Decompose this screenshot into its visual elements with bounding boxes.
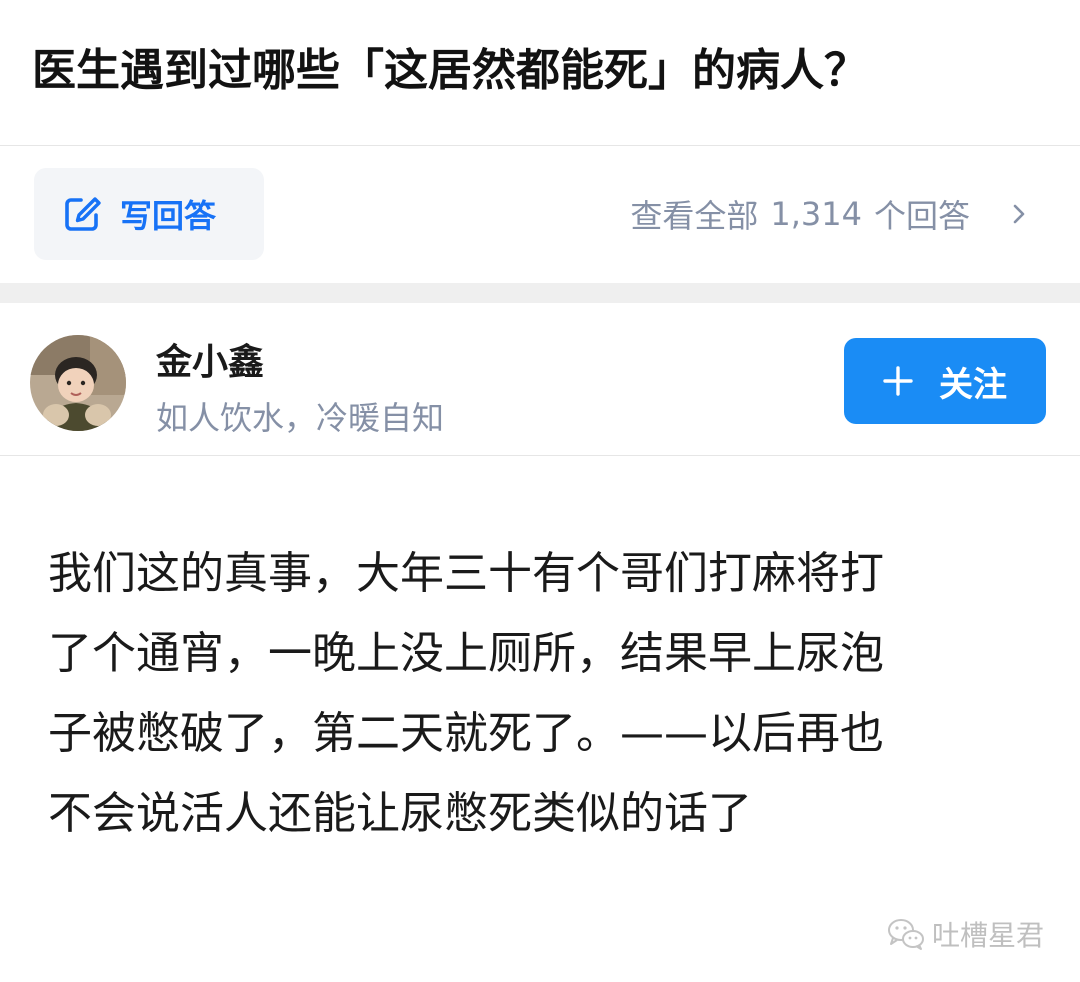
answer-action-bar: 写回答 查看全部 1,314 个回答	[0, 146, 1080, 282]
write-answer-button[interactable]: 写回答	[34, 168, 264, 260]
follow-label: 关注	[939, 364, 1007, 405]
answer-content: 我们这的真事，大年三十有个哥们打麻将打 了个通宵，一晚上没上厕所，结果早上尿泡 …	[48, 534, 1038, 854]
view-all-answers-link[interactable]: 查看全部 1,314 个回答	[630, 168, 1028, 260]
answer-count: 1,314	[770, 195, 862, 233]
author-name[interactable]: 金小鑫	[156, 333, 264, 385]
author-row: 金小鑫 如人饮水，冷暖自知 关注	[0, 303, 1080, 455]
author-divider	[0, 455, 1080, 456]
pencil-square-icon	[62, 194, 102, 234]
avatar[interactable]	[30, 335, 126, 431]
watermark: 吐槽星君	[886, 914, 1044, 954]
view-all-suffix: 个回答	[873, 197, 970, 235]
chevron-right-icon	[1010, 200, 1028, 228]
write-answer-label: 写回答	[120, 197, 217, 235]
answer-line: 不会说活人还能让尿憋死类似的话了	[48, 788, 752, 839]
answer-line: 了个通宵，一晚上没上厕所，结果早上尿泡	[48, 628, 884, 679]
plus-icon	[883, 366, 913, 396]
watermark-text: 吐槽星君	[931, 919, 1044, 952]
author-bio: 如人饮水，冷暖自知	[156, 399, 445, 437]
question-title[interactable]: 医生遇到过哪些「这居然都能死」的病人？	[32, 36, 1052, 106]
view-all-prefix: 查看全部	[630, 197, 759, 235]
follow-button[interactable]: 关注	[844, 338, 1046, 424]
wechat-icon	[886, 917, 926, 951]
section-gap	[0, 283, 1080, 303]
answer-line: 我们这的真事，大年三十有个哥们打麻将打	[48, 548, 884, 599]
answer-line: 子被憋破了，第二天就死了。——以后再也	[48, 708, 884, 759]
